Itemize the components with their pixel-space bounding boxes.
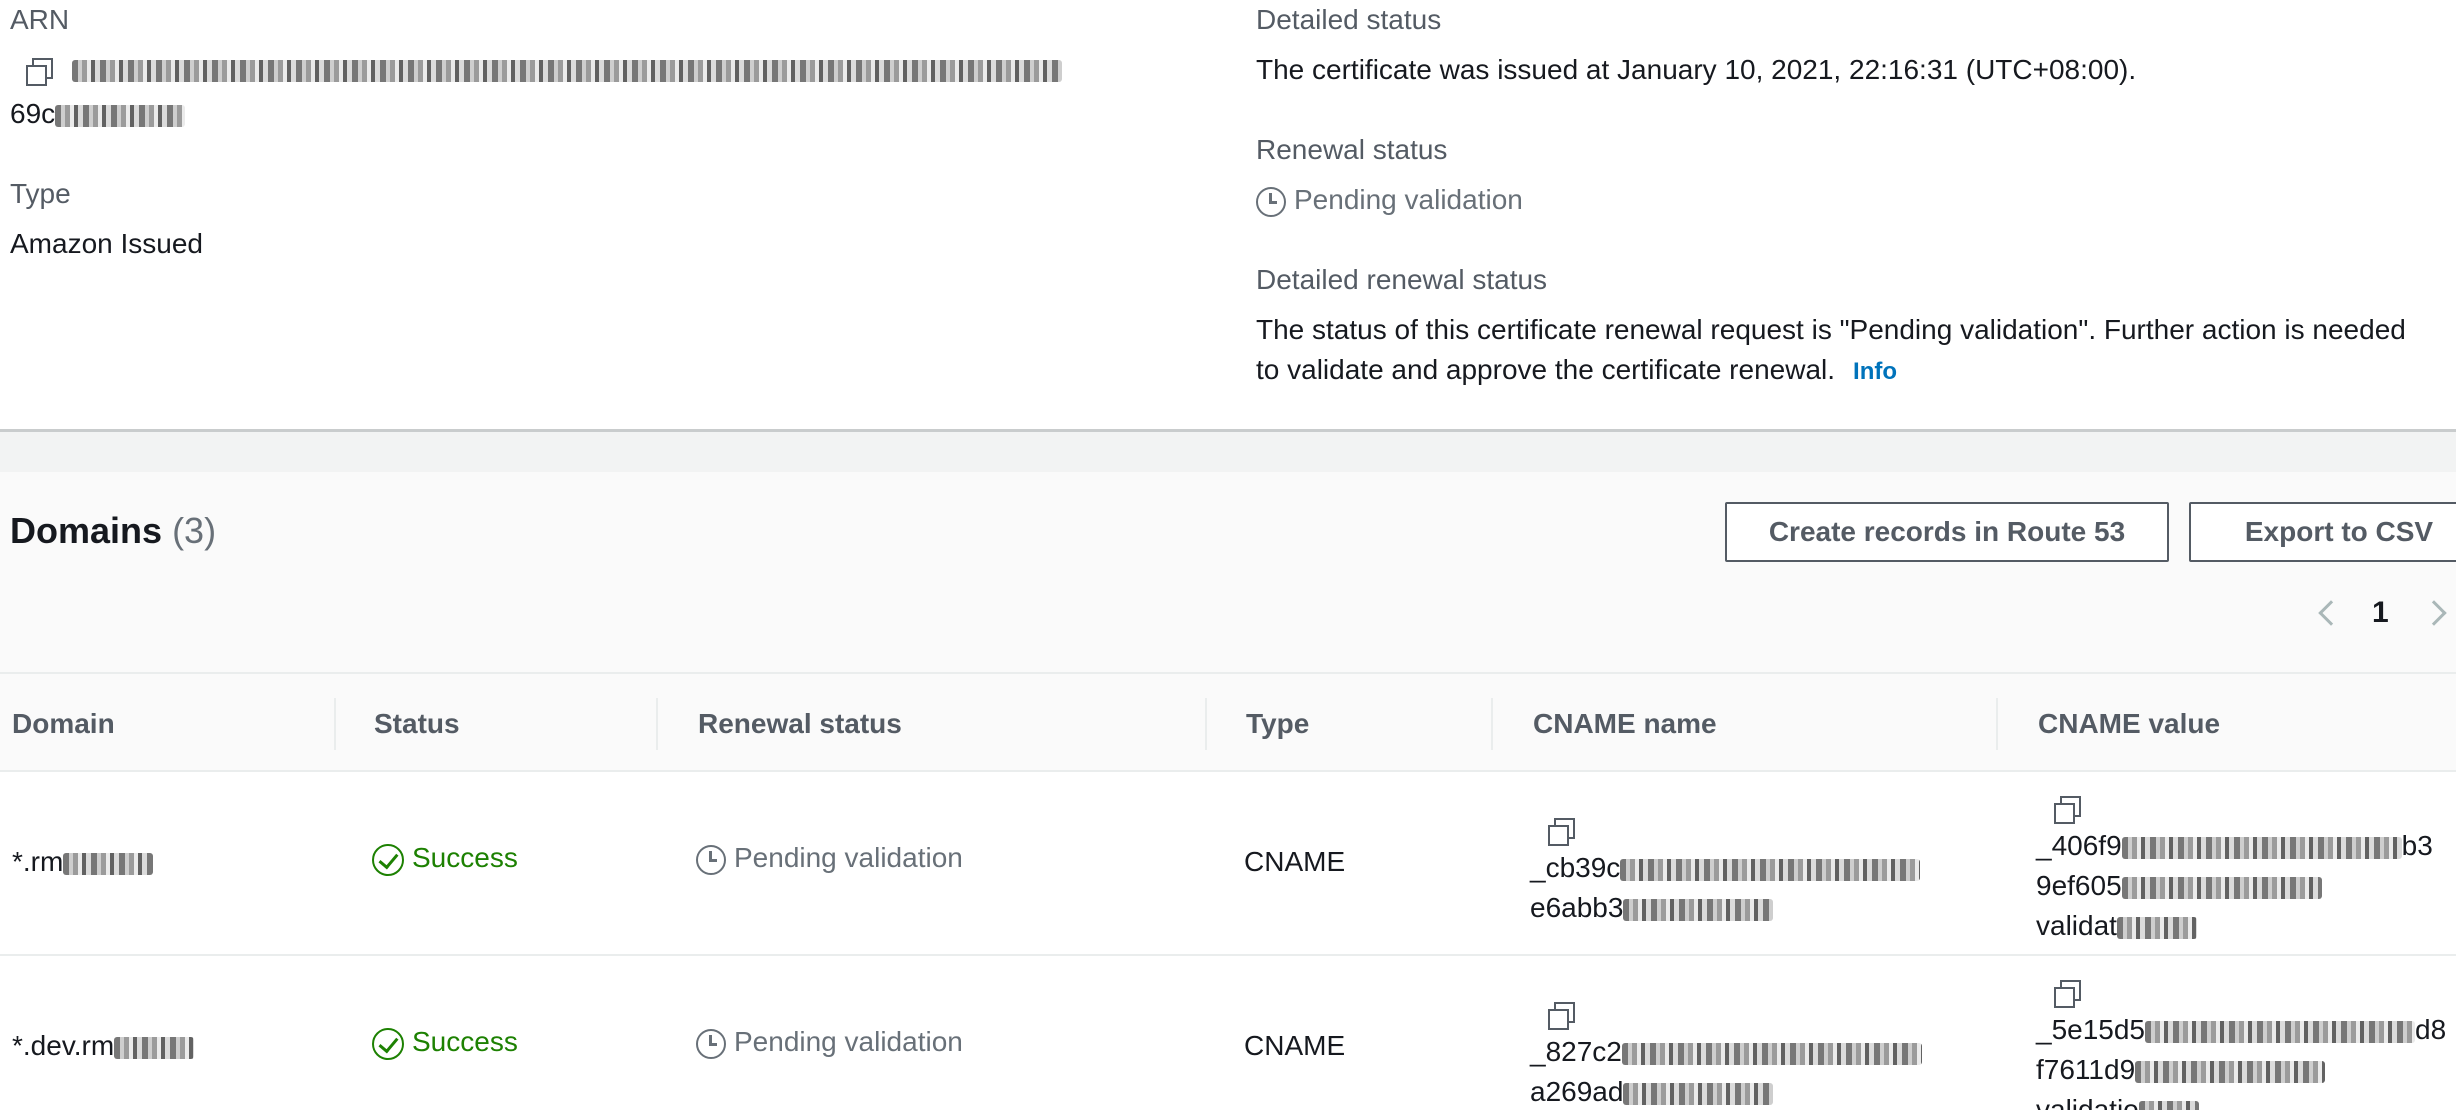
arn-value-text: 69c (10, 98, 56, 129)
domains-heading: Domains (3) (10, 510, 216, 552)
domains-table-header: Domain Status Renewal status Type CNAME … (0, 672, 2456, 772)
type-value: Amazon Issued (10, 228, 203, 259)
cname-value-cell: _5e15d5 d8 f7611d9 validatio (2036, 970, 2446, 1110)
section-separator (0, 432, 2456, 472)
cname-value-text: _406f9 (2036, 830, 2122, 861)
domain-cell: *.dev.rm (12, 1030, 195, 1062)
arn-value: 69c (10, 94, 186, 134)
column-renewal-status[interactable]: Renewal status (698, 674, 902, 774)
column-divider[interactable] (1491, 698, 1493, 750)
export-csv-button[interactable]: Export to CSV (2189, 502, 2456, 562)
cname-value-redacted (2138, 1100, 2199, 1110)
clock-icon (696, 844, 726, 875)
column-type[interactable]: Type (1246, 674, 1309, 774)
check-circle-icon (372, 1027, 404, 1060)
renewal-status-label: Renewal status (1256, 134, 1448, 165)
status-text: Success (412, 842, 518, 873)
column-domain[interactable]: Domain (12, 674, 115, 774)
certificate-summary: ARN 69c Type Amazon Issued Detailed stat… (0, 0, 2456, 432)
chevron-right-icon[interactable] (2420, 600, 2447, 626)
cname-name-text: _cb39c (1530, 852, 1621, 883)
cname-name-redacted (1623, 898, 1774, 921)
arn-redacted (72, 60, 1062, 82)
copy-icon[interactable] (2052, 978, 2081, 1008)
type-cell: CNAME (1244, 1030, 1346, 1061)
detailed-renewal-label: Detailed renewal status (1256, 264, 1548, 295)
detailed-renewal-text: to validate and approve the certificate … (1256, 354, 1836, 385)
copy-icon[interactable] (1546, 816, 1575, 846)
detailed-status-label: Detailed status (1256, 4, 1442, 35)
cname-name-redacted (1623, 1082, 1774, 1105)
type-cell: CNAME (1244, 846, 1346, 877)
domain-redacted (63, 852, 154, 875)
arn-label: ARN (10, 4, 70, 35)
domains-count: (3) (172, 510, 217, 551)
clock-icon (696, 1028, 726, 1059)
cname-value-cell: _406f9 b3 9ef605 validat (2036, 786, 2433, 946)
table-row: *.rm Success Pending validation CNAME _c… (0, 772, 2456, 956)
copy-icon[interactable] (1546, 1000, 1575, 1030)
cname-value-text: validat (2036, 910, 2117, 941)
cname-name-cell: _cb39c e6abb3 (1530, 808, 1921, 928)
column-cname-name[interactable]: CNAME name (1533, 674, 1717, 774)
pagination: 1 (2318, 590, 2447, 636)
column-cname-value[interactable]: CNAME value (2038, 674, 2220, 774)
cname-value-text: validatio (2036, 1094, 2139, 1110)
type-label: Type (10, 178, 71, 209)
cname-value-redacted (2135, 1060, 2326, 1083)
cname-value-redacted (2121, 876, 2322, 899)
status-cell: Success (372, 1026, 518, 1060)
renewal-status-text: Pending validation (1294, 184, 1523, 215)
cname-name-cell: _827c2 a269ad (1530, 992, 1922, 1110)
cname-name-text: a269ad (1530, 1076, 1624, 1107)
copy-icon[interactable] (2052, 794, 2081, 824)
column-divider[interactable] (656, 698, 658, 750)
domain-text: *.rm (12, 846, 64, 877)
column-status[interactable]: Status (374, 674, 460, 774)
cname-value-redacted (2116, 916, 2197, 939)
column-divider[interactable] (1996, 698, 1998, 750)
renewal-status-value: Pending validation (1256, 180, 1523, 220)
info-link[interactable]: Info (1853, 358, 1897, 385)
cname-value-text: _5e15d5 (2036, 1014, 2146, 1045)
domain-text: *.dev.rm (12, 1030, 115, 1061)
cname-name-text: _827c2 (1530, 1036, 1622, 1067)
table-row: *.dev.rm Success Pending validation CNAM… (0, 956, 2456, 1110)
clock-icon (1256, 186, 1286, 217)
chevron-left-icon[interactable] (2318, 600, 2344, 626)
cname-value-redacted (2145, 1020, 2416, 1043)
detailed-renewal-line-1: The status of this certificate renewal r… (1256, 314, 2406, 345)
check-circle-icon (372, 843, 404, 876)
column-divider[interactable] (1205, 698, 1207, 750)
cname-value-text-end: d8 (2415, 1014, 2447, 1045)
renewal-text: Pending validation (734, 1026, 963, 1057)
renewal-text: Pending validation (734, 842, 963, 873)
renewal-cell: Pending validation (696, 1026, 963, 1059)
cname-name-text: e6abb3 (1530, 892, 1624, 923)
status-cell: Success (372, 842, 518, 876)
cname-name-redacted (1620, 858, 1921, 881)
domains-title: Domains (10, 510, 163, 551)
cname-value-redacted (2121, 836, 2402, 859)
column-divider[interactable] (334, 698, 336, 750)
detailed-status-value: The certificate was issued at January 10… (1256, 54, 2137, 85)
domain-redacted (114, 1036, 195, 1059)
domain-cell: *.rm (12, 846, 154, 878)
renewal-cell: Pending validation (696, 842, 963, 875)
page-number[interactable]: 1 (2372, 596, 2389, 630)
detailed-renewal-line-2: to validate and approve the certificate … (1256, 350, 1897, 392)
status-text: Success (412, 1026, 518, 1057)
arn-redacted-tail (55, 104, 186, 127)
create-records-route53-button[interactable]: Create records in Route 53 (1725, 502, 2169, 562)
cname-value-text: f7611d9 (2036, 1054, 2136, 1085)
cname-value-text-end: b3 (2401, 830, 2433, 861)
copy-icon[interactable] (24, 56, 53, 86)
cname-name-redacted (1621, 1042, 1922, 1065)
cname-value-text: 9ef605 (2036, 870, 2122, 901)
